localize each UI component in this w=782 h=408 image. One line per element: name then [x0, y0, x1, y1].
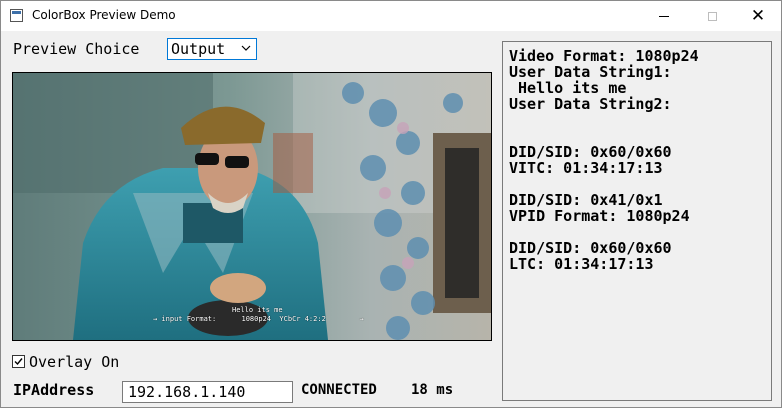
app-window: ColorBox Preview Demo ✕ Preview Choice O…	[0, 0, 782, 408]
chevron-down-icon	[241, 45, 251, 51]
user-string1-label: User Data String1:	[509, 63, 672, 81]
title-bar[interactable]: ColorBox Preview Demo ✕	[1, 1, 781, 31]
preview-choice-label: Preview Choice	[13, 40, 140, 58]
minimize-button[interactable]	[641, 1, 687, 31]
close-icon: ✕	[750, 5, 766, 26]
overlay-on-label: Overlay On	[29, 353, 120, 371]
metadata-info-panel[interactable]: Video Format: 1080p24 User Data String1:…	[502, 41, 772, 401]
window-icon	[10, 9, 23, 22]
ip-address-input[interactable]: 192.168.1.140	[122, 381, 293, 403]
did-sid-line-2: DID/SID: 0x41/0x1	[509, 191, 663, 209]
maximize-button[interactable]	[689, 1, 735, 31]
preview-choice-select[interactable]: Output	[167, 38, 257, 60]
ip-address-label: IPAddress	[13, 381, 95, 399]
window-title: ColorBox Preview Demo	[32, 8, 176, 22]
preview-choice-value: Output	[171, 40, 226, 58]
ltc-line: LTC: 01:34:17:13	[509, 255, 654, 273]
did-sid-line-3: DID/SID: 0x60/0x60	[509, 239, 672, 257]
video-format-line: Video Format: 1080p24	[509, 47, 699, 65]
checkmark-icon	[14, 358, 23, 366]
vpid-format-line: VPID Format: 1080p24	[509, 207, 690, 225]
did-sid-line-1: DID/SID: 0x60/0x60	[509, 143, 672, 161]
connection-status: CONNECTED	[301, 382, 377, 398]
close-button[interactable]: ✕	[735, 1, 781, 31]
video-preview: Hello its me → input Format: 1080p24 YCb…	[12, 72, 492, 341]
minimize-icon	[659, 15, 669, 17]
vitc-line: VITC: 01:34:17:13	[509, 159, 663, 177]
overlay-text-line2: → input Format: 1080p24 YCbCr 4:2:2 →	[153, 315, 364, 323]
latency-value: 18 ms	[411, 382, 454, 398]
maximize-icon	[707, 11, 717, 21]
user-string1-value: Hello its me	[509, 79, 627, 97]
video-frame-image	[13, 73, 491, 340]
checkbox-box[interactable]	[12, 355, 25, 368]
overlay-text-line1: Hello its me	[232, 306, 283, 314]
user-string2-label: User Data String2:	[509, 95, 672, 113]
